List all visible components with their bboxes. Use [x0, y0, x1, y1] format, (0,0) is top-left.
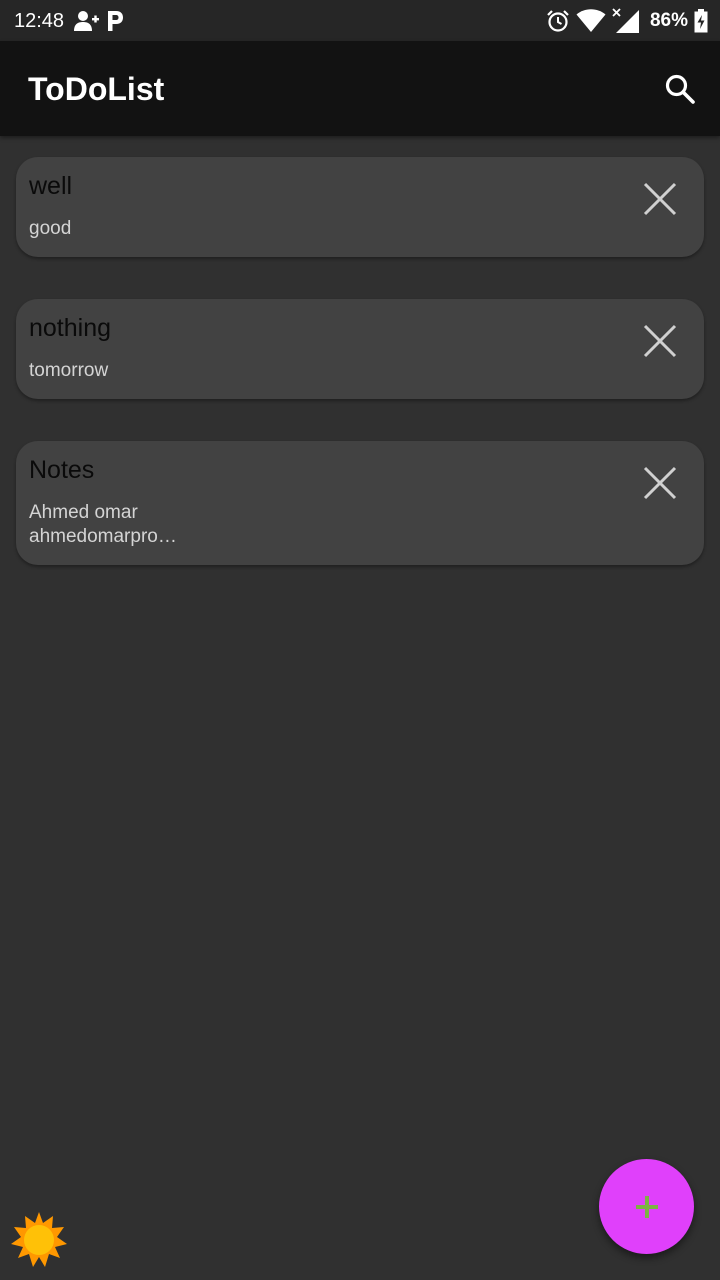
note-body-line: good — [29, 218, 72, 239]
search-button[interactable] — [660, 69, 700, 109]
note-title: well — [29, 172, 73, 200]
alarm-icon — [547, 10, 569, 32]
status-bar: 12:48 86% — [0, 0, 720, 41]
note-body: tomorrow — [29, 359, 614, 383]
battery-charging-icon — [694, 9, 708, 33]
add-contact-icon — [74, 11, 99, 31]
close-icon — [643, 182, 677, 216]
status-left-icons — [74, 8, 124, 34]
parking-p-icon — [108, 11, 123, 31]
close-icon — [643, 466, 677, 500]
note-title: Notes — [29, 456, 95, 484]
add-note-button[interactable] — [599, 1159, 694, 1254]
close-icon — [643, 324, 677, 358]
app-bar: ToDoList — [0, 41, 720, 136]
note-card[interactable]: nothing tomorrow — [16, 299, 704, 399]
note-body-line: Ahmed omar — [29, 502, 138, 523]
search-icon — [665, 74, 695, 104]
delete-note-button[interactable] — [638, 319, 682, 363]
note-card[interactable]: well good — [16, 157, 704, 257]
app-title: ToDoList — [28, 71, 165, 107]
note-body: Ahmed omar ahmedomarpro… — [29, 501, 614, 549]
signal-icon — [612, 8, 639, 33]
note-title: nothing — [29, 314, 112, 342]
note-list: well good nothing tomorrow Notes Ahmed o… — [16, 157, 704, 607]
delete-note-button[interactable] — [638, 461, 682, 505]
note-card[interactable]: Notes Ahmed omar ahmedomarpro… — [16, 441, 704, 565]
note-body-line: tomorrow — [29, 360, 109, 381]
note-body-line: ahmedomarpro… — [29, 526, 177, 547]
delete-note-button[interactable] — [638, 177, 682, 221]
plus-icon — [635, 1195, 658, 1218]
theme-toggle-button[interactable] — [10, 1211, 68, 1269]
battery-percent: 86% — [649, 10, 688, 31]
status-right-icons: 86% — [546, 7, 708, 35]
wifi-icon — [576, 9, 606, 32]
note-body: good — [29, 217, 614, 241]
sun-icon — [11, 1212, 67, 1267]
status-time: 12:48 — [14, 10, 65, 32]
